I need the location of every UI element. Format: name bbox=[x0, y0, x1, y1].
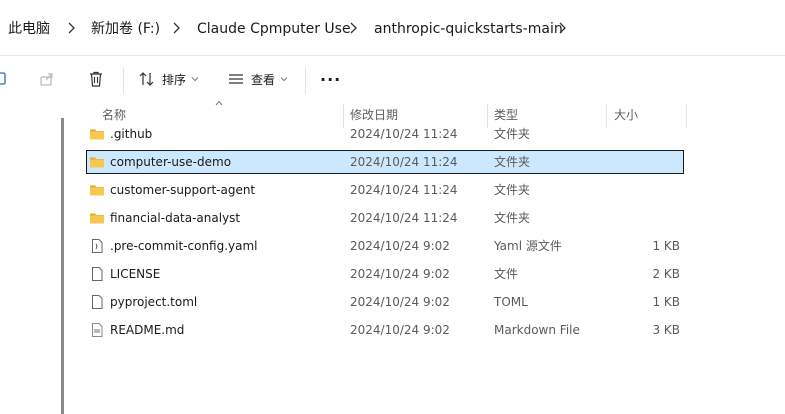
sort-ascending-icon bbox=[215, 100, 223, 106]
share-icon bbox=[40, 73, 53, 86]
trash-icon bbox=[90, 71, 102, 87]
chevron-right-icon[interactable] bbox=[348, 21, 358, 35]
navigation-pane[interactable] bbox=[0, 102, 52, 414]
file-size: 1 KB bbox=[652, 295, 680, 309]
file-name: financial-data-analyst bbox=[110, 211, 241, 225]
file-name: pyproject.toml bbox=[110, 295, 198, 309]
breadcrumb-item-claude-computer-use[interactable]: Claude Cpmputer Use bbox=[197, 20, 351, 38]
file-name: customer-support-agent bbox=[110, 183, 256, 197]
share-button[interactable] bbox=[38, 66, 56, 92]
file-row[interactable]: financial-data-analyst 2024/10/24 11:24 文件… bbox=[86, 206, 684, 230]
navigation-pane-scrollbar[interactable] bbox=[61, 118, 64, 414]
file-row[interactable]: computer-use-demo 2024/10/24 11:24 文件夹 bbox=[86, 150, 684, 174]
chevron-down-icon bbox=[280, 77, 288, 82]
more-options-button[interactable]: ··· bbox=[320, 66, 341, 92]
toolbar-divider bbox=[123, 68, 124, 94]
toolbar-divider bbox=[305, 68, 306, 94]
file-size bbox=[620, 150, 680, 174]
file-row[interactable]: .github 2024/10/24 11:24 文件夹 bbox=[86, 122, 684, 146]
file-type: 文件夹 bbox=[494, 211, 531, 225]
sort-icon bbox=[139, 72, 154, 86]
file-name: README.md bbox=[110, 323, 185, 337]
command-bar: 排序 查看 ··· bbox=[0, 56, 785, 102]
file-size bbox=[620, 178, 680, 202]
file-modified-date: 2024/10/24 11:24 bbox=[350, 155, 458, 169]
chevron-right-icon[interactable] bbox=[171, 21, 181, 35]
file-row[interactable]: LICENSE 2024/10/24 9:02 文件 2 KB bbox=[86, 262, 684, 286]
more-icon: ··· bbox=[320, 69, 342, 89]
delete-button[interactable] bbox=[87, 66, 105, 92]
breadcrumb: 此电脑 新加卷 (F:) Claude Cpmputer Use anthrop… bbox=[0, 0, 785, 56]
copy-path-button[interactable] bbox=[0, 66, 10, 92]
file-row[interactable]: README.md 2024/10/24 9:02 Markdown File 3 K… bbox=[86, 318, 684, 342]
file-row[interactable]: .pre-commit-config.yaml 2024/10/24 9:02 Ya… bbox=[86, 234, 684, 258]
file-type: TOML bbox=[494, 295, 528, 309]
file-size: 3 KB bbox=[652, 323, 680, 337]
sort-button[interactable]: 排序 bbox=[138, 66, 199, 92]
file-modified-date: 2024/10/24 9:02 bbox=[350, 295, 450, 309]
chevron-right-icon[interactable] bbox=[66, 21, 76, 35]
breadcrumb-item-this-pc[interactable]: 此电脑 bbox=[8, 20, 50, 38]
file-modified-date: 2024/10/24 11:24 bbox=[350, 211, 458, 225]
file-type: 文件夹 bbox=[494, 183, 531, 197]
file-row[interactable]: pyproject.toml 2024/10/24 9:02 TOML 1 KB bbox=[86, 290, 684, 314]
file-type: Markdown File bbox=[494, 323, 580, 337]
file-type: Yaml 源文件 bbox=[494, 239, 562, 253]
file-size: 2 KB bbox=[652, 267, 680, 281]
view-list-icon bbox=[229, 74, 243, 84]
file-modified-date: 2024/10/24 9:02 bbox=[350, 239, 450, 253]
file-row[interactable]: customer-support-agent 2024/10/24 11:24 文件… bbox=[86, 178, 684, 202]
sort-label: 排序 bbox=[162, 72, 187, 87]
file-type: 文件夹 bbox=[494, 127, 531, 141]
view-label: 查看 bbox=[251, 72, 276, 87]
chevron-right-icon[interactable] bbox=[557, 21, 567, 35]
file-size: 1 KB bbox=[652, 239, 680, 253]
file-type: 文件夹 bbox=[494, 155, 531, 169]
column-divider[interactable] bbox=[686, 104, 687, 128]
file-name: .github bbox=[110, 127, 153, 141]
file-type: 文件 bbox=[494, 267, 519, 281]
copy-icon bbox=[0, 72, 6, 85]
view-button[interactable]: 查看 bbox=[227, 66, 288, 92]
file-name: computer-use-demo bbox=[110, 155, 232, 169]
breadcrumb-item-anthropic-quickstarts-main[interactable]: anthropic-quickstarts-main bbox=[374, 20, 563, 38]
file-size bbox=[620, 122, 680, 146]
file-modified-date: 2024/10/24 9:02 bbox=[350, 323, 450, 337]
file-size bbox=[620, 206, 680, 230]
file-name: LICENSE bbox=[110, 267, 161, 281]
file-name: .pre-commit-config.yaml bbox=[110, 239, 258, 253]
file-modified-date: 2024/10/24 11:24 bbox=[350, 127, 458, 141]
breadcrumb-item-drive-f[interactable]: 新加卷 (F:) bbox=[91, 20, 160, 38]
chevron-down-icon bbox=[191, 77, 199, 82]
file-modified-date: 2024/10/24 11:24 bbox=[350, 183, 458, 197]
file-modified-date: 2024/10/24 9:02 bbox=[350, 267, 450, 281]
